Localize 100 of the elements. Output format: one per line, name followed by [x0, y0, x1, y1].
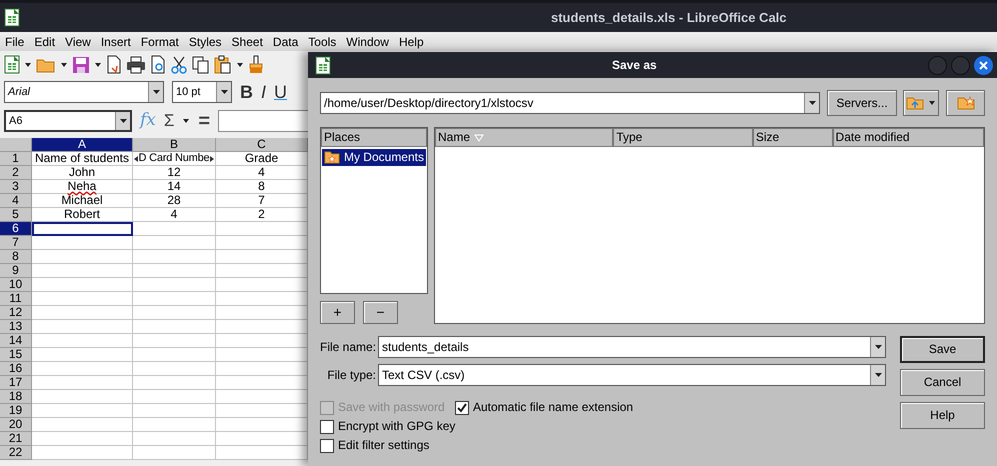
- menu-item[interactable]: Data: [268, 32, 304, 50]
- new-spreadsheet-icon[interactable]: [4, 55, 20, 74]
- row-header[interactable]: 14: [0, 334, 32, 348]
- table-cell[interactable]: 4: [133, 208, 216, 222]
- italic-button[interactable]: I: [261, 78, 266, 106]
- empty-cell[interactable]: [133, 222, 216, 236]
- bold-button[interactable]: B: [240, 78, 253, 106]
- name-box[interactable]: A6: [4, 110, 132, 132]
- font-size-field[interactable]: 10 pt: [172, 81, 232, 103]
- empty-cell[interactable]: [133, 404, 216, 418]
- row-header[interactable]: 7: [0, 236, 32, 250]
- sum-button[interactable]: Σ: [164, 108, 174, 134]
- table-cell[interactable]: 14: [133, 180, 216, 194]
- menu-item[interactable]: Edit: [29, 32, 60, 50]
- row-header[interactable]: 9: [0, 264, 32, 278]
- row-header[interactable]: 6: [0, 222, 32, 236]
- cell-cursor[interactable]: [32, 222, 133, 236]
- file-type-field[interactable]: Text CSV (.csv): [378, 364, 886, 386]
- table-cell[interactable]: 12: [133, 166, 216, 180]
- empty-cell[interactable]: [133, 292, 216, 306]
- menu-item[interactable]: Styles: [184, 32, 227, 50]
- empty-cell[interactable]: [133, 348, 216, 362]
- dropdown-button[interactable]: [804, 93, 819, 113]
- column-header[interactable]: Date modified: [832, 128, 984, 147]
- font-name-field[interactable]: Arial: [4, 81, 164, 103]
- checkbox[interactable]: [320, 420, 334, 434]
- row-header[interactable]: 11: [0, 292, 32, 306]
- file-name-field[interactable]: students_details: [378, 336, 886, 358]
- cancel-button[interactable]: Cancel: [900, 369, 985, 396]
- menu-item[interactable]: View: [60, 32, 96, 50]
- row-header[interactable]: 21: [0, 432, 32, 446]
- column-header[interactable]: A: [32, 138, 133, 152]
- column-header[interactable]: B: [133, 138, 216, 152]
- menu-item[interactable]: File: [0, 32, 30, 50]
- caret-icon[interactable]: [182, 117, 190, 125]
- dropdown-button[interactable]: [216, 82, 231, 102]
- row-header[interactable]: 18: [0, 390, 32, 404]
- menu-item[interactable]: Help: [394, 32, 429, 50]
- empty-cell[interactable]: [133, 446, 216, 460]
- dropdown-button[interactable]: [115, 112, 130, 130]
- print-preview-icon[interactable]: [150, 55, 166, 74]
- empty-cell[interactable]: [133, 236, 216, 250]
- row-header[interactable]: 13: [0, 320, 32, 334]
- menu-item[interactable]: Sheet: [226, 32, 268, 50]
- save-icon[interactable]: [72, 56, 90, 74]
- caret-icon[interactable]: [60, 60, 68, 68]
- minimize-button[interactable]: [928, 56, 947, 74]
- table-cell[interactable]: Name of students: [32, 152, 133, 166]
- row-header[interactable]: 4: [0, 194, 32, 208]
- new-folder-button[interactable]: [946, 90, 985, 116]
- row-header[interactable]: 12: [0, 306, 32, 320]
- table-cell[interactable]: D Card Numbe: [133, 152, 216, 166]
- clipboard-icon[interactable]: [214, 55, 232, 74]
- row-header[interactable]: 19: [0, 404, 32, 418]
- row-header[interactable]: 15: [0, 348, 32, 362]
- table-cell[interactable]: 28: [133, 194, 216, 208]
- empty-cell[interactable]: [133, 390, 216, 404]
- empty-cell[interactable]: [133, 264, 216, 278]
- column-header[interactable]: Type: [613, 128, 753, 147]
- row-header[interactable]: 10: [0, 278, 32, 292]
- empty-cell[interactable]: [133, 320, 216, 334]
- caret-icon[interactable]: [24, 60, 32, 68]
- dropdown-button[interactable]: [148, 82, 163, 102]
- caret-icon[interactable]: [236, 60, 244, 68]
- row-header[interactable]: 17: [0, 376, 32, 390]
- row-header[interactable]: 8: [0, 250, 32, 264]
- row-header[interactable]: 1: [0, 152, 32, 166]
- empty-cell[interactable]: [133, 376, 216, 390]
- formula-button[interactable]: =: [198, 106, 210, 136]
- row-header[interactable]: 3: [0, 180, 32, 194]
- checkbox[interactable]: [455, 400, 469, 414]
- pdf-export-icon[interactable]: [106, 55, 122, 74]
- table-cell[interactable]: John: [32, 166, 133, 180]
- corner-header[interactable]: [0, 138, 32, 152]
- table-cell[interactable]: Robert: [32, 208, 133, 222]
- row-header[interactable]: 22: [0, 446, 32, 460]
- servers-button[interactable]: Servers...: [827, 90, 897, 116]
- scissors-icon[interactable]: [170, 56, 188, 74]
- underline-button[interactable]: U: [274, 78, 288, 106]
- table-cell[interactable]: Michael: [32, 194, 133, 208]
- path-field[interactable]: /home/user/Desktop/directory1/xlstocsv: [320, 92, 820, 114]
- table-cell[interactable]: Neha: [32, 180, 133, 194]
- empty-cell[interactable]: [133, 362, 216, 376]
- empty-cell[interactable]: [133, 250, 216, 264]
- empty-cell[interactable]: [133, 306, 216, 320]
- printer-icon[interactable]: [126, 56, 146, 74]
- empty-cell[interactable]: [133, 334, 216, 348]
- brush-icon[interactable]: [248, 55, 264, 74]
- row-header[interactable]: 16: [0, 362, 32, 376]
- remove-button[interactable]: −: [363, 301, 398, 324]
- close-button[interactable]: [974, 56, 993, 74]
- column-header[interactable]: Name: [435, 128, 614, 147]
- up-folder-button[interactable]: [903, 90, 939, 116]
- checkbox[interactable]: [320, 438, 334, 452]
- row-header[interactable]: 5: [0, 208, 32, 222]
- help-button[interactable]: Help: [900, 402, 985, 429]
- row-header[interactable]: 2: [0, 166, 32, 180]
- column-header[interactable]: C: [216, 138, 308, 152]
- menu-item[interactable]: Insert: [96, 32, 136, 50]
- caret-icon[interactable]: [94, 60, 102, 68]
